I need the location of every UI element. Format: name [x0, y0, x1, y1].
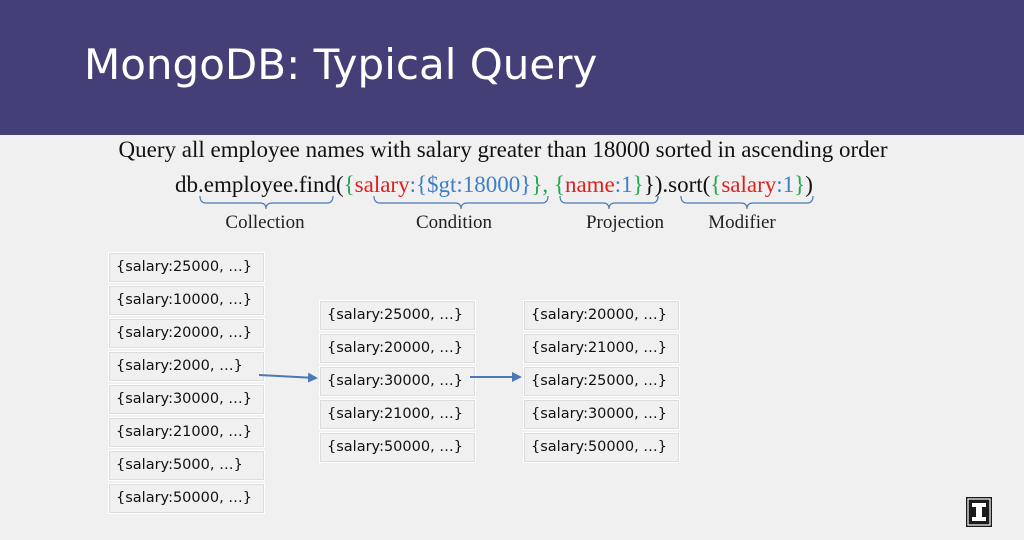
filter-arrow — [258, 372, 318, 383]
university-logo-icon — [966, 497, 992, 527]
flow-arrows — [258, 372, 522, 383]
